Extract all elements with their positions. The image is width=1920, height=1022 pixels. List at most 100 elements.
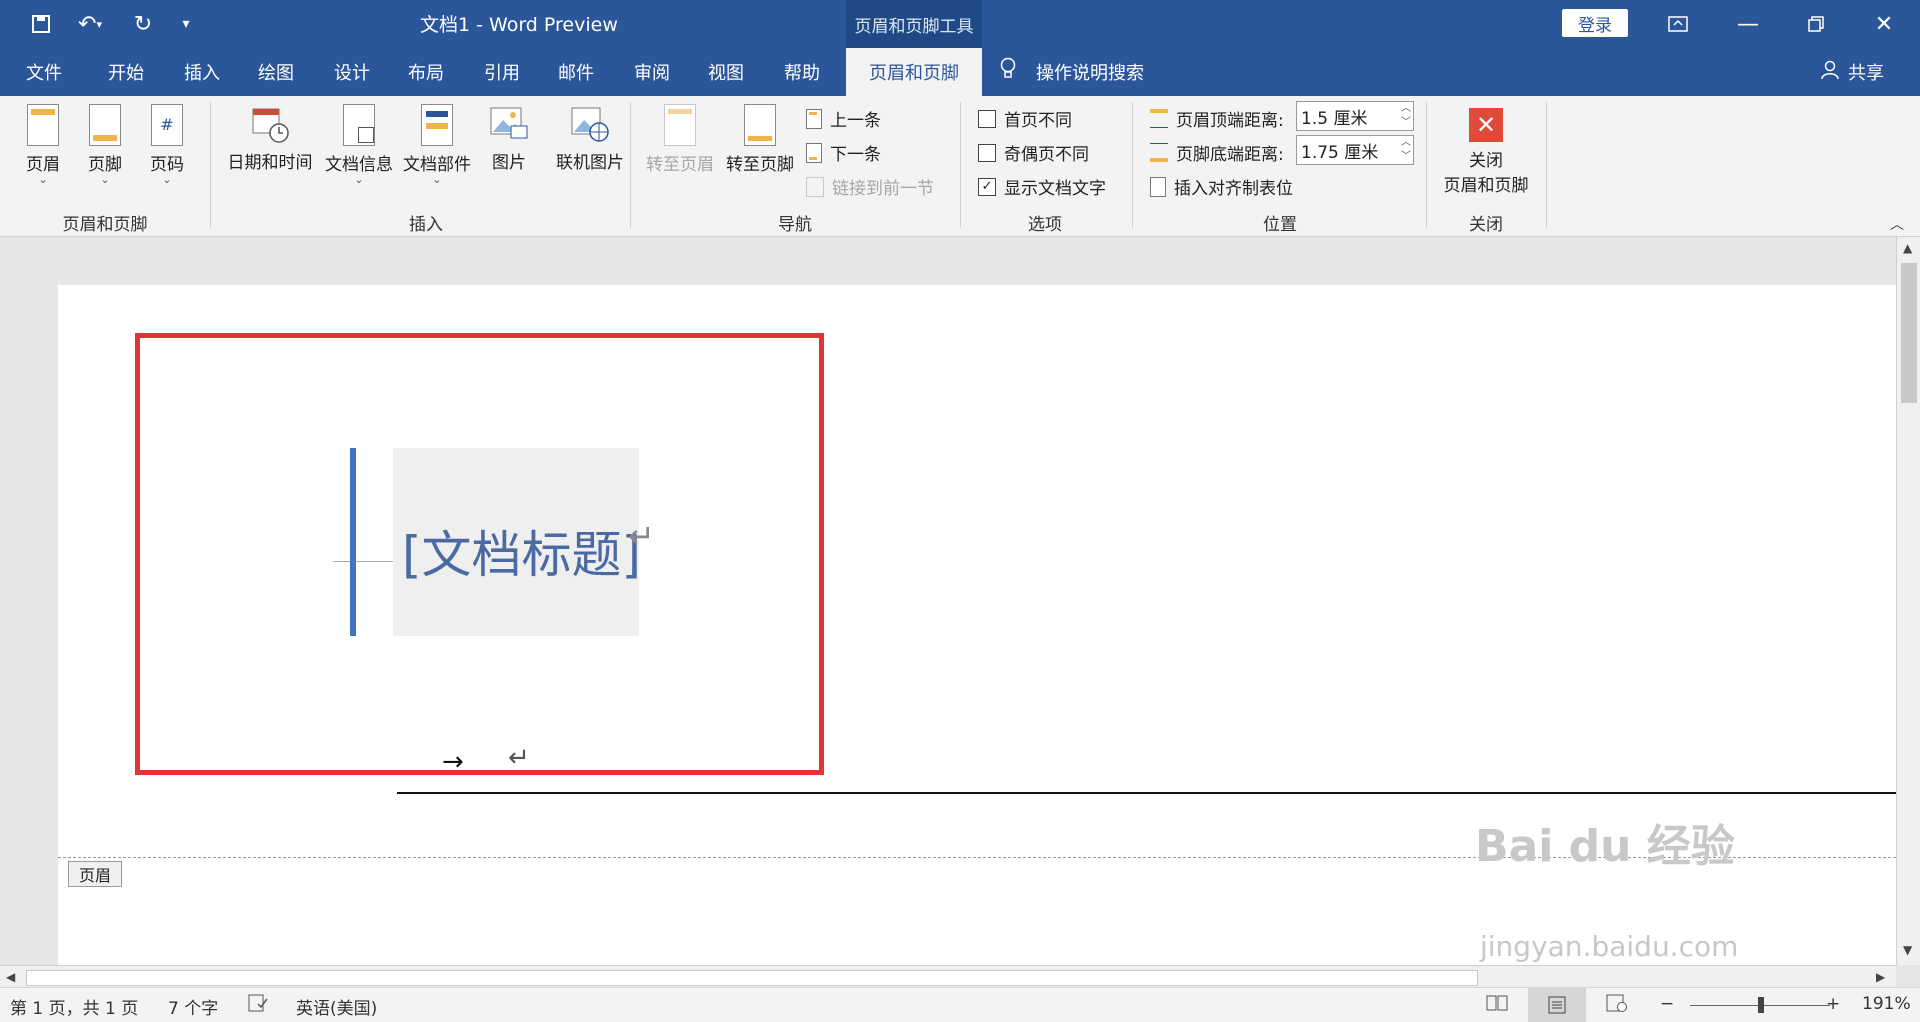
horizontal-scroll-thumb[interactable] (26, 970, 1478, 986)
tab-design[interactable]: 设计 (322, 48, 382, 96)
insert-alignment-tab-button[interactable]: 插入对齐制表位 (1150, 174, 1293, 199)
tab-header-footer[interactable]: 页眉和页脚 (846, 48, 982, 96)
restore-icon[interactable] (1786, 6, 1846, 42)
doc-parts-button[interactable]: 文档部件 ⌄ (400, 104, 474, 185)
chevron-down-icon: ⌄ (354, 173, 364, 186)
vertical-scroll-thumb[interactable] (1901, 263, 1917, 403)
tab-references[interactable]: 引用 (472, 48, 532, 96)
group-separator (210, 102, 211, 228)
tab-draw[interactable]: 绘图 (246, 48, 306, 96)
chevron-down-icon: ⌄ (38, 173, 48, 186)
picture-button[interactable]: 图片 (484, 104, 534, 173)
horizontal-scrollbar[interactable]: ◀ ▶ (0, 965, 1896, 988)
close-x-icon: ✕ (1469, 108, 1503, 142)
date-time-button[interactable]: 日期和时间 (224, 104, 316, 173)
picture-icon (489, 104, 529, 144)
header-distance-icon (1150, 109, 1168, 128)
customize-toolbar-icon[interactable]: ▾ (174, 10, 198, 38)
alignment-tab-icon (1150, 176, 1166, 197)
window-title: 文档1 - Word Preview (420, 14, 618, 36)
link-to-previous-button[interactable]: 链接到前一节 (806, 174, 934, 199)
zoom-level[interactable]: 191% (1862, 994, 1911, 1014)
goto-header-button[interactable]: 转至页眉 (642, 104, 718, 175)
tab-view[interactable]: 视图 (696, 48, 756, 96)
doc-info-button[interactable]: 文档信息 ⌄ (322, 104, 396, 185)
redo-icon[interactable]: ↻ (128, 10, 158, 38)
group-label-header-footer: 页眉和页脚 (62, 215, 148, 235)
previous-button[interactable]: 上一条 (806, 106, 881, 131)
first-page-different-checkbox[interactable]: 首页不同 (978, 106, 1072, 131)
status-bar: 第 1 页，共 1 页 7 个字 英语(美国) − + 191% (0, 987, 1920, 1022)
next-button[interactable]: 下一条 (806, 140, 881, 165)
login-button[interactable]: 登录 (1562, 9, 1628, 37)
header-page-icon (27, 104, 59, 146)
menu-bar: 文件 开始 插入 绘图 设计 布局 引用 邮件 审阅 视图 帮助 页眉和页脚 操… (0, 48, 1920, 96)
lightbulb-icon (1000, 57, 1016, 87)
group-label-position: 位置 (1263, 215, 1297, 235)
group-separator (630, 102, 631, 228)
zoom-out-button[interactable]: − (1660, 994, 1674, 1014)
goto-header-icon (664, 104, 696, 146)
vertical-scrollbar[interactable]: ▲ ▼ (1896, 237, 1920, 965)
footer-distance-icon (1150, 143, 1168, 162)
chevron-down-icon: ⌄ (100, 173, 110, 186)
page-number-button[interactable]: # 页码 ⌄ (142, 104, 192, 185)
online-picture-icon (570, 104, 610, 144)
language-indicator[interactable]: 英语(美国) (296, 994, 377, 1019)
tab-insert[interactable]: 插入 (172, 48, 232, 96)
spinner-arrows-icon[interactable]: ︿ ﹀ (1401, 136, 1411, 164)
web-layout-icon[interactable] (1606, 994, 1628, 1017)
save-icon[interactable] (26, 10, 56, 38)
scroll-down-icon[interactable]: ▼ (1903, 943, 1912, 957)
tab-review[interactable]: 审阅 (622, 48, 682, 96)
footer-bottom-distance-label: 页脚底端距离: (1150, 140, 1284, 165)
tab-home[interactable]: 开始 (96, 48, 156, 96)
doc-info-icon (343, 104, 375, 146)
group-separator (1132, 102, 1133, 228)
footer-button[interactable]: 页脚 ⌄ (80, 104, 130, 185)
share-button[interactable]: 共享 (1820, 48, 1884, 96)
tab-file[interactable]: 文件 (14, 48, 74, 96)
header-top-distance-input[interactable]: 1.5 厘米 ︿ ﹀ (1296, 101, 1414, 131)
goto-footer-button[interactable]: 转至页脚 (722, 104, 798, 175)
scroll-right-icon[interactable]: ▶ (1876, 970, 1885, 984)
search-label: 操作说明搜索 (1036, 63, 1144, 84)
zoom-slider-thumb[interactable] (1758, 997, 1764, 1013)
footer-bottom-distance-input[interactable]: 1.75 厘米 ︿ ﹀ (1296, 135, 1414, 165)
header-button[interactable]: 页眉 ⌄ (18, 104, 68, 185)
previous-section-icon (806, 108, 822, 129)
ribbon-display-icon[interactable] (1648, 6, 1708, 42)
footer-page-icon (89, 104, 121, 146)
print-layout-icon[interactable] (1528, 988, 1586, 1022)
tell-me-search[interactable]: 操作说明搜索 (1000, 48, 1144, 96)
online-picture-button[interactable]: 联机图片 (552, 104, 628, 173)
page-count[interactable]: 第 1 页，共 1 页 (10, 994, 138, 1019)
zoom-in-button[interactable]: + (1826, 994, 1840, 1014)
link-icon (806, 176, 824, 197)
spinner-arrows-icon[interactable]: ︿ ﹀ (1401, 102, 1411, 130)
page-number-icon: # (151, 104, 183, 146)
doc-parts-icon (421, 104, 453, 146)
undo-icon[interactable]: ↶ ▾ (70, 10, 110, 38)
odd-even-different-checkbox[interactable]: 奇偶页不同 (978, 140, 1089, 165)
tab-help[interactable]: 帮助 (772, 48, 832, 96)
read-mode-icon[interactable] (1486, 994, 1508, 1017)
scroll-left-icon[interactable]: ◀ (6, 970, 15, 984)
show-document-text-checkbox[interactable]: ✓ 显示文档文字 (978, 174, 1106, 199)
checkmark-icon: ✓ (978, 177, 996, 196)
close-window-icon[interactable]: ✕ (1854, 6, 1914, 42)
contextual-tools-label: 页眉和页脚工具 (846, 0, 982, 48)
checkbox-unchecked (978, 143, 996, 162)
person-icon (1820, 60, 1840, 85)
scroll-up-icon[interactable]: ▲ (1903, 241, 1912, 255)
group-separator (960, 102, 961, 228)
calendar-clock-icon (250, 104, 290, 144)
tab-mailings[interactable]: 邮件 (546, 48, 606, 96)
word-count[interactable]: 7 个字 (168, 994, 218, 1019)
close-header-footer-button[interactable]: ✕ 关闭 页眉和页脚 (1434, 108, 1538, 196)
tab-layout[interactable]: 布局 (396, 48, 456, 96)
group-label-options: 选项 (1028, 215, 1062, 235)
minimize-icon[interactable]: — (1718, 6, 1778, 42)
proofing-icon[interactable] (248, 994, 268, 1017)
collapse-ribbon-icon[interactable]: ︿ (1890, 214, 1904, 234)
